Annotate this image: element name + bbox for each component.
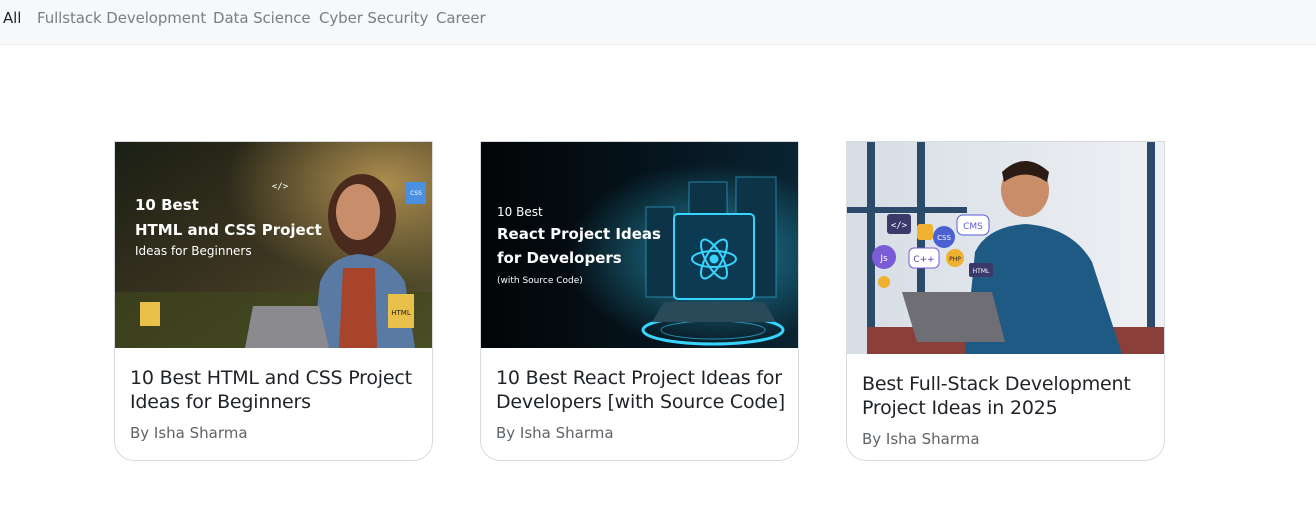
svg-text:HTML: HTML — [391, 309, 411, 317]
svg-text:CMS: CMS — [963, 222, 983, 232]
tab-fullstack-development[interactable]: Fullstack Development — [37, 9, 206, 27]
svg-text:React Project Ideas: React Project Ideas — [497, 225, 661, 243]
svg-text:PHP: PHP — [949, 256, 961, 263]
article-author: By Isha Sharma — [862, 430, 980, 448]
svg-text:CSS: CSS — [410, 190, 422, 197]
tab-cyber-security[interactable]: Cyber Security — [319, 9, 428, 27]
article-title[interactable]: 10 Best HTML and CSS Project Ideas for B… — [130, 366, 420, 414]
svg-text:10 Best: 10 Best — [497, 205, 543, 219]
article-thumbnail: 10 Best React Project Ideas for Develope… — [481, 142, 798, 348]
svg-text:(with Source Code): (with Source Code) — [497, 276, 583, 286]
article-card-fullstack[interactable]: </> CSS CMS Js C++ PHP HTML Best Full-St… — [846, 141, 1165, 461]
svg-text:</>: </> — [272, 182, 289, 192]
svg-text:Js: Js — [879, 254, 888, 264]
article-thumbnail: </> CSS CMS Js C++ PHP HTML — [847, 142, 1164, 354]
svg-text:C++: C++ — [913, 255, 934, 265]
article-author: By Isha Sharma — [130, 424, 248, 442]
article-title[interactable]: Best Full-Stack Development Project Idea… — [862, 372, 1152, 420]
svg-text:10 Best: 10 Best — [135, 196, 199, 214]
svg-text:CSS: CSS — [937, 234, 951, 242]
svg-text:</>: </> — [891, 221, 908, 231]
article-card-react[interactable]: 10 Best React Project Ideas for Develope… — [480, 141, 799, 461]
code-file-icon — [140, 302, 160, 326]
article-title[interactable]: 10 Best React Project Ideas for Develope… — [496, 366, 786, 414]
thumbnail-image: 10 Best React Project Ideas for Develope… — [481, 142, 798, 348]
tab-data-science[interactable]: Data Science — [213, 9, 311, 27]
svg-text:HTML: HTML — [973, 268, 990, 275]
article-card-html-css[interactable]: HTML CSS </> 10 Best HTML and CSS Projec… — [114, 141, 433, 461]
svg-text:for Developers: for Developers — [497, 249, 622, 267]
tab-career[interactable]: Career — [436, 9, 486, 27]
tab-all[interactable]: All — [3, 9, 21, 27]
article-author: By Isha Sharma — [496, 424, 614, 442]
svg-text:HTML and CSS Project: HTML and CSS Project — [135, 221, 322, 239]
thumbnail-image: </> CSS CMS Js C++ PHP HTML — [847, 142, 1164, 354]
article-thumbnail: HTML CSS </> 10 Best HTML and CSS Projec… — [115, 142, 432, 348]
svg-text:Ideas for Beginners: Ideas for Beginners — [135, 244, 252, 258]
thumbnail-image: HTML CSS </> 10 Best HTML and CSS Projec… — [115, 142, 432, 348]
category-nav: All Fullstack Development Data Science C… — [0, 0, 1316, 45]
